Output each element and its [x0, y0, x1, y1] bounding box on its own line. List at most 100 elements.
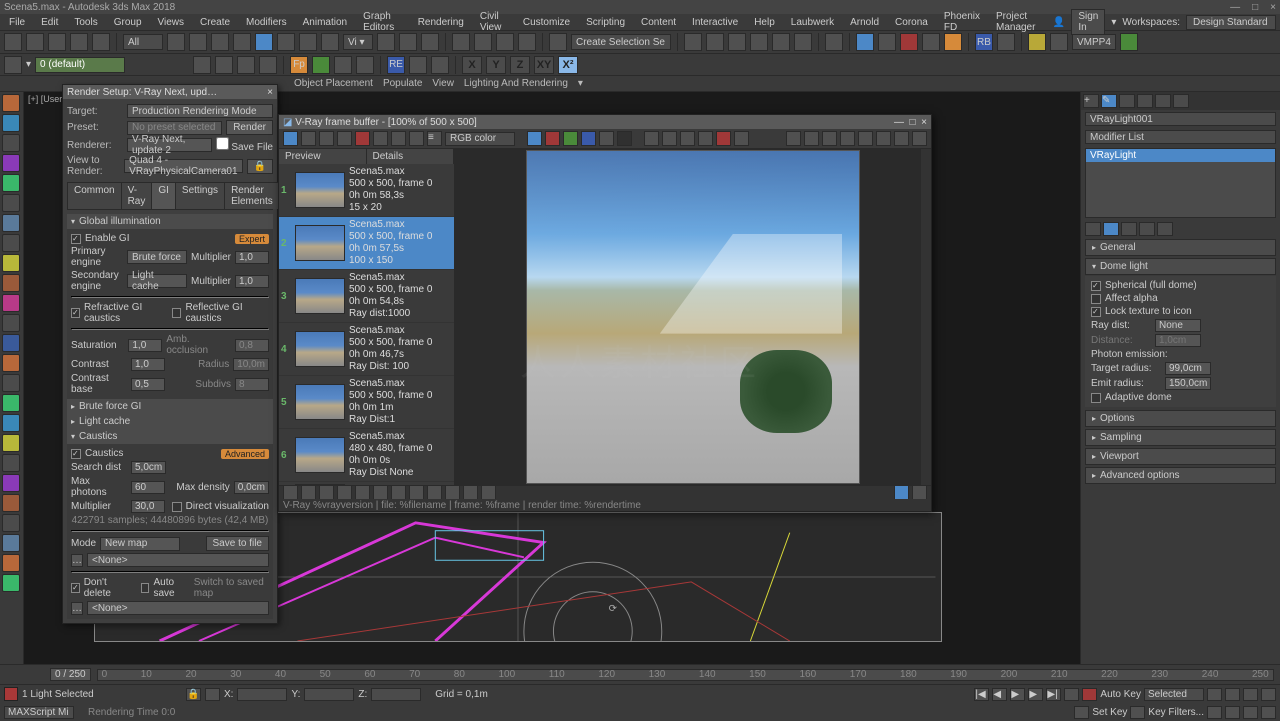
- layer-explorer-icon[interactable]: [4, 56, 22, 74]
- max-density-field[interactable]: 0,0cm: [234, 481, 269, 494]
- left-tool-16[interactable]: [2, 394, 20, 412]
- chk-enable-gi[interactable]: [71, 234, 81, 244]
- nav-e-icon[interactable]: [1207, 706, 1222, 719]
- menu-modifiers[interactable]: Modifiers: [241, 17, 292, 28]
- left-tool-18[interactable]: [2, 434, 20, 452]
- vfb-history-list[interactable]: 1Scena5.max500 x 500, frame 00h 0m 58,3s…: [279, 164, 454, 485]
- left-tool-20[interactable]: [2, 474, 20, 492]
- stack-show-icon[interactable]: [1103, 222, 1119, 236]
- select-icon[interactable]: [167, 33, 185, 51]
- vfb-channel-dropdown[interactable]: RGB color: [445, 132, 515, 146]
- next-frame-icon[interactable]: ▶: [1028, 688, 1043, 701]
- viewto-dropdown[interactable]: Quad 4 - VRayPhysicalCamera01: [124, 159, 242, 173]
- vfb-history-row[interactable]: 2Scena5.max500 x 500, frame 00h 0m 57,5s…: [279, 217, 454, 270]
- axis-z-button[interactable]: Z: [510, 56, 530, 74]
- layer-b-icon[interactable]: [215, 56, 233, 74]
- set-key-button[interactable]: [1074, 706, 1089, 719]
- undo-icon[interactable]: [4, 33, 22, 51]
- vfb-f7-icon[interactable]: [391, 485, 406, 500]
- tab-hierarchy-icon[interactable]: [1119, 94, 1135, 108]
- coord-z-field[interactable]: [371, 688, 421, 701]
- vfb-debug-icon[interactable]: [858, 131, 873, 146]
- primary-mult-field[interactable]: 1,0: [235, 251, 269, 264]
- rollout-options[interactable]: Options: [1085, 410, 1276, 427]
- vfb-f8-icon[interactable]: [409, 485, 424, 500]
- tab-settings[interactable]: Settings: [175, 182, 225, 209]
- vfb-f11-icon[interactable]: [463, 485, 478, 500]
- prev-frame-icon[interactable]: ◀: [992, 688, 1007, 701]
- menu-corona[interactable]: Corona: [890, 17, 933, 28]
- modifier-list-dropdown[interactable]: Modifier List: [1085, 130, 1276, 144]
- stack-remove-icon[interactable]: [1139, 222, 1155, 236]
- preset-dropdown[interactable]: No preset selected: [127, 121, 222, 135]
- named-selset-dropdown[interactable]: Create Selection Se: [571, 34, 671, 50]
- re3-icon[interactable]: [431, 56, 449, 74]
- subbar-expand-icon[interactable]: ▾: [578, 78, 583, 89]
- render-setup-close-icon[interactable]: ×: [267, 87, 273, 98]
- chk-refl-caustics[interactable]: [172, 308, 181, 318]
- vfb-rtengine-icon[interactable]: [840, 131, 855, 146]
- menu-rendering[interactable]: Rendering: [413, 17, 469, 28]
- primary-engine-dropdown[interactable]: Brute force: [127, 250, 187, 264]
- vfb-pixel-icon[interactable]: [662, 131, 677, 146]
- keymode-icon[interactable]: [421, 33, 439, 51]
- fp4-icon[interactable]: [356, 56, 374, 74]
- chk-direct-viz[interactable]: [172, 502, 182, 512]
- nav-b-icon[interactable]: [1225, 688, 1240, 701]
- coord-x-field[interactable]: [237, 688, 287, 701]
- chk-spherical[interactable]: [1091, 281, 1101, 291]
- fp3-icon[interactable]: [334, 56, 352, 74]
- contrast-base-field[interactable]: 0,5: [131, 378, 165, 391]
- vfb-r-icon[interactable]: [545, 131, 560, 146]
- redo-icon[interactable]: [26, 33, 44, 51]
- mirror-icon[interactable]: [684, 33, 702, 51]
- re2-icon[interactable]: [409, 56, 427, 74]
- vfb-lut-icon[interactable]: [734, 131, 749, 146]
- render-iter-icon[interactable]: [922, 33, 940, 51]
- keymode-dropdown[interactable]: Selected: [1144, 688, 1204, 701]
- snap-toggle-icon[interactable]: [452, 33, 470, 51]
- rollout-sampling[interactable]: Sampling: [1085, 429, 1276, 446]
- left-tool-15[interactable]: [2, 374, 20, 392]
- workspace-dropdown[interactable]: Design Standard: [1186, 15, 1276, 30]
- curve-editor-icon[interactable]: [772, 33, 790, 51]
- search-dist-field[interactable]: 5,0cm: [131, 461, 166, 474]
- layer-dropdown[interactable]: 0 (default): [35, 57, 125, 73]
- axis-x-button[interactable]: X: [462, 56, 482, 74]
- vfb-f10-icon[interactable]: [445, 485, 460, 500]
- rollout-caustics[interactable]: Caustics: [67, 429, 273, 444]
- left-tool-13[interactable]: [2, 334, 20, 352]
- vfb-track-icon[interactable]: [373, 131, 388, 146]
- rollout-general[interactable]: General: [1085, 239, 1276, 256]
- layer-c-icon[interactable]: [237, 56, 255, 74]
- left-tool-6[interactable]: [2, 194, 20, 212]
- vfb-stop-icon[interactable]: [822, 131, 837, 146]
- left-tool-5[interactable]: [2, 174, 20, 192]
- vfb-history-row[interactable]: 5Scena5.max500 x 500, frame 00h 0m 1mRay…: [279, 376, 454, 429]
- vfb-g-icon[interactable]: [563, 131, 578, 146]
- vfb-b-icon[interactable]: [581, 131, 596, 146]
- render-a360-icon[interactable]: [944, 33, 962, 51]
- tab-create-icon[interactable]: +: [1083, 94, 1099, 108]
- vfb-link2-icon[interactable]: [876, 131, 891, 146]
- left-tool-11[interactable]: [2, 294, 20, 312]
- nav-h-icon[interactable]: [1261, 706, 1276, 719]
- subbar-lighting[interactable]: Lighting And Rendering: [464, 78, 568, 89]
- menu-arnold[interactable]: Arnold: [845, 17, 884, 28]
- vfb-f2-icon[interactable]: [301, 485, 316, 500]
- vfb-menu-icon[interactable]: ≡: [427, 131, 442, 146]
- stack-config-icon[interactable]: [1157, 222, 1173, 236]
- vfb-clamp-icon[interactable]: [698, 131, 713, 146]
- menu-animation[interactable]: Animation: [298, 17, 352, 28]
- left-tool-1[interactable]: [2, 94, 20, 112]
- nav-g-icon[interactable]: [1243, 706, 1258, 719]
- vfb-f9-icon[interactable]: [427, 485, 442, 500]
- render-prod-icon[interactable]: [900, 33, 918, 51]
- modifier-stack[interactable]: VRayLight: [1085, 148, 1276, 218]
- unlink-icon[interactable]: [70, 33, 88, 51]
- vfb-f13-icon[interactable]: [894, 485, 909, 500]
- rollout-dome-light[interactable]: Dome light: [1085, 258, 1276, 275]
- material-editor-icon[interactable]: [825, 33, 843, 51]
- vfb-f1-icon[interactable]: [283, 485, 298, 500]
- goto-start-icon[interactable]: |◀: [974, 688, 989, 701]
